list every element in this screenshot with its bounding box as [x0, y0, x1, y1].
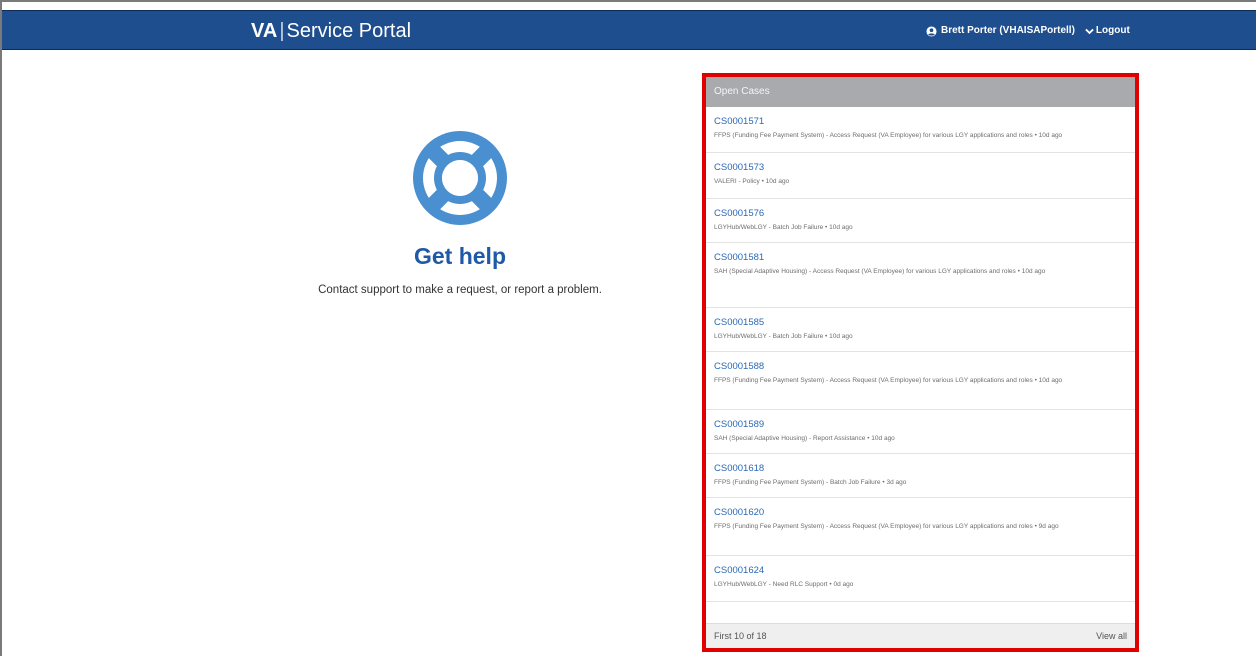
- brand-title: Service Portal: [286, 20, 412, 42]
- case-item[interactable]: CS0001576 LGYHub/WebLGY - Batch Job Fail…: [706, 199, 1135, 243]
- user-circle-icon: [926, 25, 937, 37]
- case-number-link[interactable]: CS0001620: [714, 506, 1123, 519]
- case-description: SAH (Special Adaptive Housing) - Report …: [714, 435, 895, 442]
- open-cases-header: Open Cases: [706, 77, 1135, 107]
- case-number-link[interactable]: CS0001624: [714, 564, 1123, 577]
- case-item[interactable]: CS0001620 FFPS (Funding Fee Payment Syst…: [706, 498, 1135, 556]
- open-cases-panel: Open Cases CS0001571 FFPS (Funding Fee P…: [702, 73, 1139, 652]
- case-number-link[interactable]: CS0001581: [714, 251, 1123, 264]
- brand-short: VA: [251, 20, 278, 42]
- case-number-link[interactable]: CS0001585: [714, 316, 1123, 329]
- open-cases-footer: First 10 of 18 View all: [706, 623, 1135, 648]
- case-description: LGYHub/WebLGY - Batch Job Failure • 10d …: [714, 333, 853, 340]
- get-help-widget[interactable]: Get help Contact support to make a reque…: [290, 128, 630, 298]
- case-description: FFPS (Funding Fee Payment System) - Acce…: [714, 377, 1063, 384]
- case-item[interactable]: CS0001585 LGYHub/WebLGY - Batch Job Fail…: [706, 308, 1135, 352]
- case-number-link[interactable]: CS0001573: [714, 161, 1123, 174]
- case-item[interactable]: CS0001573 VALERI - Policy • 10d ago: [706, 153, 1135, 199]
- get-help-description: Contact support to make a request, or re…: [318, 284, 602, 296]
- case-number-link[interactable]: CS0001571: [714, 115, 1123, 128]
- case-item[interactable]: CS0001589 SAH (Special Adaptive Housing)…: [706, 410, 1135, 454]
- case-description: VALERI - Policy • 10d ago: [714, 178, 790, 185]
- case-description: LGYHub/WebLGY - Need RLC Support • 0d ag…: [714, 581, 854, 588]
- chevron-down-icon: [1085, 28, 1094, 34]
- top-navbar: VA | Service Portal Brett Porter (VHAISAPo…: [2, 10, 1256, 50]
- logout-link[interactable]: Logout: [1085, 24, 1130, 38]
- logout-label[interactable]: Logout: [1096, 24, 1130, 38]
- case-item[interactable]: CS0001588 FFPS (Funding Fee Payment Syst…: [706, 352, 1135, 410]
- lifebuoy-icon: [413, 131, 507, 225]
- case-number-link[interactable]: CS0001618: [714, 462, 1123, 475]
- case-count-text: First 10 of 18: [714, 631, 767, 641]
- case-number-link[interactable]: CS0001576: [714, 207, 1123, 220]
- brand-separator: |: [279, 20, 285, 42]
- case-description: SAH (Special Adaptive Housing) - Access …: [714, 268, 1046, 275]
- view-all-link[interactable]: View all: [1096, 624, 1127, 648]
- case-description: LGYHub/WebLGY - Batch Job Failure • 10d …: [714, 224, 853, 231]
- case-description: FFPS (Funding Fee Payment System) - Acce…: [714, 523, 1059, 530]
- user-menu: Brett Porter (VHAISAPortell) Logout: [926, 24, 1130, 38]
- user-name[interactable]: Brett Porter (VHAISAPortell): [941, 24, 1075, 38]
- case-description: FFPS (Funding Fee Payment System) - Batc…: [714, 479, 907, 486]
- case-item[interactable]: CS0001581 SAH (Special Adaptive Housing)…: [706, 243, 1135, 308]
- case-number-link[interactable]: CS0001589: [714, 418, 1123, 431]
- case-item[interactable]: CS0001571 FFPS (Funding Fee Payment Syst…: [706, 107, 1135, 153]
- case-item[interactable]: CS0001618 FFPS (Funding Fee Payment Syst…: [706, 454, 1135, 498]
- case-description: FFPS (Funding Fee Payment System) - Acce…: [714, 132, 1063, 139]
- case-item[interactable]: CS0001624 LGYHub/WebLGY - Need RLC Suppo…: [706, 556, 1135, 602]
- case-number-link[interactable]: CS0001588: [714, 360, 1123, 373]
- get-help-title[interactable]: Get help: [290, 242, 630, 270]
- brand-logo[interactable]: VA | Service Portal: [251, 19, 411, 43]
